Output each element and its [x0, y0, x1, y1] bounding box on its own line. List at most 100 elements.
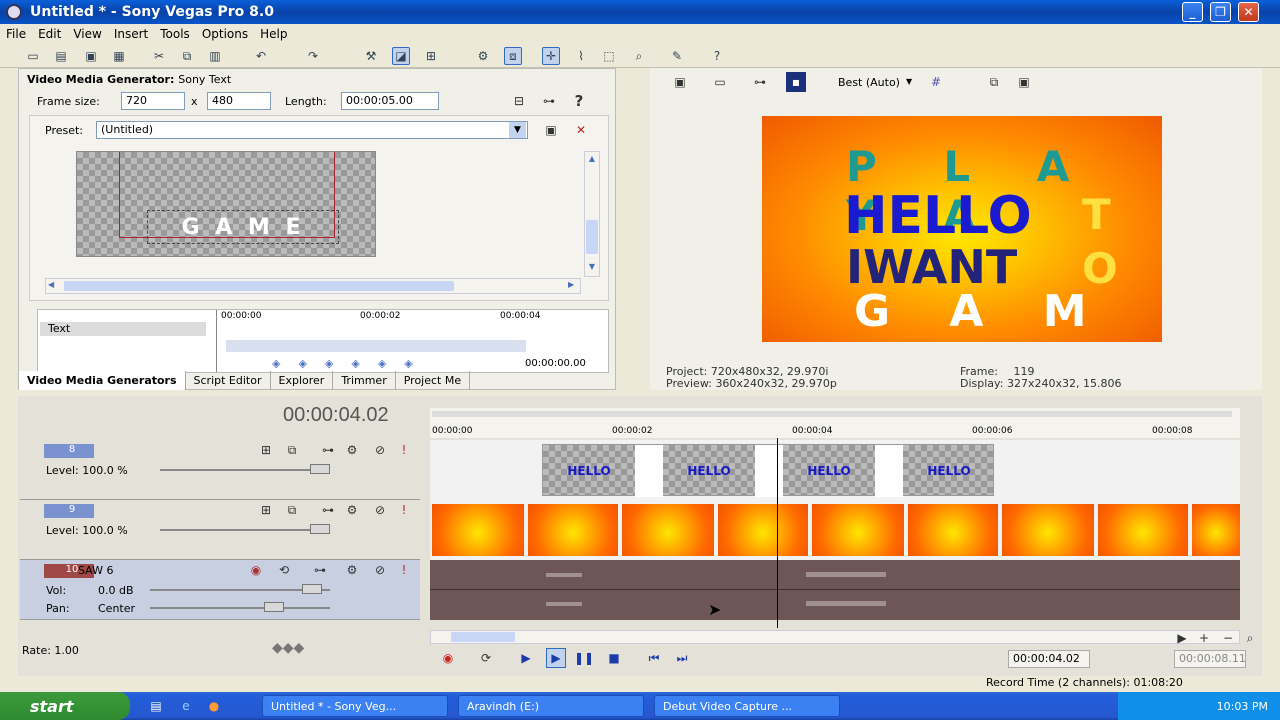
play-button[interactable]: ▶ [546, 648, 566, 668]
tab-trimmer[interactable]: Trimmer [333, 371, 396, 390]
gradient-clip-frame[interactable] [1098, 504, 1188, 556]
selection-tool-icon[interactable]: ⬚ [600, 47, 618, 65]
menu-edit[interactable]: Edit [32, 27, 67, 41]
gradient-clip-frame[interactable] [432, 504, 524, 556]
close-button[interactable]: ✕ [1238, 2, 1259, 22]
menu-options[interactable]: Options [196, 27, 254, 41]
online-icon[interactable]: ✎ [668, 47, 686, 65]
loop-playback-button[interactable]: ⟳ [476, 648, 496, 668]
scroll-left-icon[interactable]: ◀ [48, 280, 54, 289]
lock-envelopes-icon[interactable]: ⧈ [504, 47, 522, 65]
menu-file[interactable]: File [0, 27, 32, 41]
canvas-vscrollbar[interactable]: ▲ ▼ [584, 151, 600, 277]
audio-lane-10[interactable]: ➤ [430, 560, 1240, 620]
generator-help-icon[interactable]: ? [569, 91, 589, 111]
zoom-out-icon[interactable]: − [1218, 628, 1238, 648]
tab-script-editor[interactable]: Script Editor [186, 371, 271, 390]
cursor-position-field[interactable]: 00:00:04.02 [1008, 650, 1090, 668]
hscroll-thumb[interactable] [64, 281, 454, 291]
gradient-clip-frame[interactable] [622, 504, 714, 556]
split-screen-icon[interactable]: ⊶ [750, 72, 770, 92]
pan-slider[interactable] [150, 607, 330, 609]
taskbar-vegas[interactable]: Untitled * - Sony Veg... [262, 695, 448, 717]
solo-icon[interactable]: ! [394, 440, 414, 460]
go-to-start-button[interactable]: ⏮ [644, 648, 664, 668]
play-from-start-button[interactable]: ▶ [516, 648, 536, 668]
motion-icon[interactable]: ⊞ [256, 440, 276, 460]
show-desktop-icon[interactable]: ▤ [146, 696, 166, 716]
paste-icon[interactable]: ▥ [206, 47, 224, 65]
canvas-text[interactable]: G A M E [147, 210, 339, 244]
rate-slider-icon[interactable]: ◆◆◆ [272, 640, 304, 656]
scroll-right-icon[interactable]: ▶ [568, 280, 574, 289]
gradient-clip-frame[interactable] [718, 504, 808, 556]
envelope-icon[interactable]: ⚙ [474, 47, 492, 65]
solo-icon[interactable]: ! [394, 560, 414, 580]
frame-height-field[interactable]: 480 [207, 92, 271, 110]
gradient-clip-frame[interactable] [1192, 504, 1240, 556]
mute-icon[interactable]: ⊶ [310, 560, 330, 580]
generator-plugin-chain-icon[interactable]: ⊶ [539, 91, 559, 111]
track-8-slider-thumb[interactable] [310, 464, 330, 474]
copy-snapshot-icon[interactable]: ⧉ [984, 72, 1004, 92]
length-field[interactable]: 00:00:05.00 [341, 92, 439, 110]
taskbar-drive[interactable]: Aravindh (E:) [458, 695, 644, 717]
save-icon[interactable]: ▣ [82, 47, 100, 65]
pause-button[interactable]: ❚❚ [574, 648, 594, 668]
go-to-end-button[interactable]: ⏭ [672, 648, 692, 668]
tab-explorer[interactable]: Explorer [271, 371, 334, 390]
redo-icon[interactable]: ↷ [304, 47, 322, 65]
ie-browser-icon[interactable]: e [176, 696, 196, 716]
zoom-tool-icon[interactable]: ⌕ [630, 47, 648, 65]
keyframe-nav-buttons[interactable]: ◈◈◈◈◈◈ [272, 357, 431, 370]
save-preset-icon[interactable]: ▣ [541, 120, 561, 140]
gradient-clip-frame[interactable] [908, 504, 998, 556]
auto-ripple-icon[interactable]: ◪ [392, 47, 410, 65]
track-header-8[interactable]: 8 Level: 100.0 % ⊞ ⧉ ⊶ ⚙ ⊘ ! [20, 440, 420, 500]
open-folder-icon[interactable]: ▤ [52, 47, 70, 65]
help-pointer-icon[interactable]: ? [708, 47, 726, 65]
start-button[interactable]: start [0, 692, 130, 720]
bypass-icon[interactable]: ⊘ [370, 440, 390, 460]
track-8-level-slider[interactable] [160, 469, 330, 471]
gradient-clip-frame[interactable] [1002, 504, 1094, 556]
pan-slider-thumb[interactable] [264, 602, 284, 612]
vscroll-thumb[interactable] [586, 220, 598, 254]
track-9-slider-thumb[interactable] [310, 524, 330, 534]
mute-icon[interactable]: ⊶ [318, 500, 338, 520]
timeline-ruler[interactable]: 00:00:00 00:00:02 00:00:04 00:00:06 00:0… [430, 408, 1240, 438]
menu-insert[interactable]: Insert [108, 27, 154, 41]
scroll-up-icon[interactable]: ▲ [586, 154, 598, 166]
track-fx-icon[interactable]: ⚙ [342, 500, 362, 520]
timeline-hscroll-thumb[interactable] [451, 632, 515, 642]
zoom-in-icon[interactable]: + [1194, 628, 1214, 648]
menu-view[interactable]: View [67, 27, 107, 41]
generator-settings-icon[interactable]: ⊟ [509, 91, 529, 111]
audio-track-name[interactable]: SAW 6 [78, 564, 113, 577]
copy-icon[interactable]: ⧉ [178, 47, 196, 65]
timeline-hscrollbar[interactable] [430, 630, 1240, 644]
loop-region-bar[interactable] [432, 411, 1232, 417]
mute-icon[interactable]: ⊶ [318, 440, 338, 460]
composite-icon[interactable]: ⧉ [282, 500, 302, 520]
menu-help[interactable]: Help [254, 27, 293, 41]
gradient-clip-frame[interactable] [528, 504, 618, 556]
save-snapshot-icon[interactable]: ▣ [1014, 72, 1034, 92]
menu-tools[interactable]: Tools [154, 27, 196, 41]
track-header-10[interactable]: 10 SAW 6 Vol: 0.0 dB Pan: Center ◉ ⟲ ⊶ ⚙… [20, 560, 420, 620]
track-lane-8[interactable]: HELLO HELLO HELLO HELLO [430, 440, 1240, 500]
firefox-icon[interactable]: ● [204, 696, 224, 716]
chevron-down-icon[interactable]: ▼ [509, 122, 526, 138]
render-icon[interactable]: ⚒ [362, 47, 380, 65]
track-header-9[interactable]: 9 Level: 100.0 % ⊞ ⧉ ⊶ ⚙ ⊘ ! [20, 500, 420, 560]
undo-icon[interactable]: ↶ [252, 47, 270, 65]
chevron-down-icon[interactable]: ▼ [906, 77, 912, 86]
stop-button[interactable]: ■ [604, 648, 624, 668]
invert-phase-icon[interactable]: ⟲ [274, 560, 294, 580]
minimize-button[interactable]: _ [1182, 2, 1203, 22]
preview-quality-dropdown[interactable]: Best (Auto) [838, 76, 900, 89]
frame-width-field[interactable]: 720 [121, 92, 185, 110]
scroll-right-icon[interactable]: ▶ [1172, 628, 1192, 648]
text-canvas[interactable]: G A M E [76, 151, 376, 257]
vol-slider-thumb[interactable] [302, 584, 322, 594]
